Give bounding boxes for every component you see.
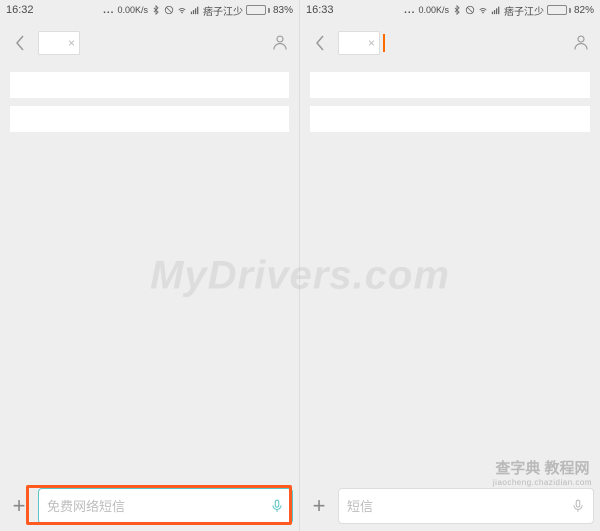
battery-icon [246,5,270,15]
text-cursor [383,34,385,52]
battery-percent: 83% [273,5,293,16]
back-button[interactable] [8,31,32,55]
status-carrier: 痞子江少 [504,3,544,18]
dnd-icon [164,5,174,15]
contact-button[interactable] [572,32,590,57]
status-bar: 16:32 ... 0.00K/s 痞子江少 [0,0,299,20]
attach-button[interactable]: + [6,493,32,519]
plus-icon: + [13,493,26,519]
clear-icon[interactable]: × [68,37,75,49]
signal-icon [491,5,501,15]
clear-icon[interactable]: × [368,37,375,49]
status-bar: 16:33 ... 0.00K/s 痞子江少 [300,0,600,20]
message-list [300,66,600,481]
header: × [300,20,600,66]
attach-button[interactable]: + [306,493,332,519]
message-input[interactable] [347,499,571,514]
mic-button[interactable] [270,497,284,515]
status-dots-icon: ... [103,5,114,16]
status-dots-icon: ... [404,5,415,16]
phone-left: 16:32 ... 0.00K/s 痞子江少 [0,0,300,531]
battery-percent: 82% [574,5,594,16]
status-time: 16:33 [306,4,334,16]
bluetooth-icon [151,5,161,15]
compose-bar: + [300,481,600,531]
dnd-icon [465,5,475,15]
list-item[interactable] [10,106,289,132]
status-carrier: 痞子江少 [203,3,243,18]
wifi-icon [177,5,187,15]
message-input-wrapper[interactable] [38,488,293,524]
phone-right: 16:33 ... 0.00K/s 痞子江少 [300,0,600,531]
message-list [0,66,299,481]
status-speed: 0.00K/s [418,5,449,15]
battery-icon [547,5,571,15]
status-time: 16:32 [6,4,34,16]
recipient-chip[interactable]: × [38,31,80,55]
message-input[interactable] [47,499,270,514]
wifi-icon [478,5,488,15]
header: × [0,20,299,66]
status-speed: 0.00K/s [117,5,148,15]
signal-icon [190,5,200,15]
compose-bar: + [0,481,299,531]
list-item[interactable] [10,72,289,98]
plus-icon: + [313,493,326,519]
message-input-wrapper[interactable] [338,488,594,524]
mic-button[interactable] [571,497,585,515]
back-button[interactable] [308,31,332,55]
list-item[interactable] [310,72,590,98]
contact-button[interactable] [271,32,289,57]
list-item[interactable] [310,106,590,132]
bluetooth-icon [452,5,462,15]
recipient-chip[interactable]: × [338,31,380,55]
